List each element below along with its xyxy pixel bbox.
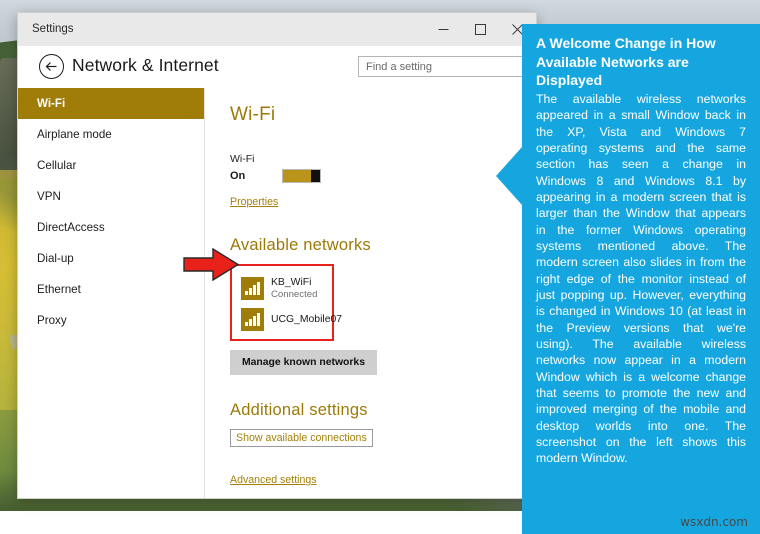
network-ssid: UCG_Mobile07 [271, 313, 343, 325]
window-controls [425, 13, 536, 46]
minimize-button[interactable] [425, 13, 462, 46]
properties-link[interactable]: Properties [230, 196, 278, 208]
wifi-toggle-row: On [230, 169, 536, 183]
content-heading: Wi-Fi [230, 104, 276, 125]
network-status: Connected [271, 289, 318, 300]
sidebar-item-label: Proxy [37, 314, 67, 327]
sidebar-item-ethernet[interactable]: Ethernet [18, 274, 204, 305]
settings-sidebar: Wi-Fi Airplane mode Cellular VPN DirectA… [18, 88, 205, 498]
sidebar-item-label: Ethernet [37, 283, 81, 296]
sidebar-item-dial-up[interactable]: Dial-up [18, 243, 204, 274]
advanced-settings-link[interactable]: Advanced settings [230, 474, 317, 486]
maximize-button[interactable] [462, 13, 499, 46]
callout-pointer [496, 147, 522, 205]
search-input[interactable] [359, 57, 535, 77]
wifi-signal-icon [241, 307, 264, 331]
red-arrow-annotation [183, 248, 239, 281]
additional-settings-heading: Additional settings [230, 400, 368, 419]
settings-body: Wi-Fi Airplane mode Cellular VPN DirectA… [18, 88, 536, 498]
show-available-connections-link[interactable]: Show available connections [230, 428, 373, 447]
sidebar-item-label: DirectAccess [37, 221, 105, 234]
network-ssid: KB_WiFi [271, 277, 312, 288]
wifi-toggle-switch[interactable] [282, 169, 321, 183]
sidebar-item-label: Dial-up [37, 252, 74, 265]
wifi-toggle-thumb [311, 170, 320, 182]
network-text: KB_WiFi Connected [271, 276, 317, 301]
sidebar-item-label: VPN [37, 190, 61, 203]
window-titlebar: Settings [18, 13, 536, 46]
available-networks-list: KB_WiFi Connected UCG_Mobile07 [230, 264, 342, 341]
available-networks-heading: Available networks [230, 236, 371, 254]
sidebar-item-directaccess[interactable]: DirectAccess [18, 212, 204, 243]
sidebar-item-cellular[interactable]: Cellular [18, 150, 204, 181]
watermark: wsxdn.com [680, 515, 748, 529]
back-arrow-icon[interactable] [39, 54, 64, 79]
sidebar-item-label: Wi-Fi [37, 97, 66, 110]
page-title: Network & Internet [72, 55, 219, 75]
sidebar-item-wifi[interactable]: Wi-Fi [18, 88, 204, 119]
callout-title: A Welcome Change in How Available Networ… [536, 35, 716, 89]
manage-known-networks-button[interactable]: Manage known networks [230, 349, 377, 375]
wifi-toggle-state: On [230, 170, 246, 182]
sidebar-item-airplane-mode[interactable]: Airplane mode [18, 119, 204, 150]
callout-panel: A Welcome Change in How Available Networ… [496, 24, 760, 534]
sidebar-item-label: Airplane mode [37, 128, 112, 141]
window-title: Settings [32, 23, 74, 35]
settings-header: Network & Internet [18, 46, 536, 88]
sidebar-item-proxy[interactable]: Proxy [18, 305, 204, 336]
wifi-signal-icon [241, 276, 264, 300]
settings-window: Settings Network & Internet Find a setti… [18, 13, 536, 498]
network-text: UCG_Mobile07 [271, 313, 342, 326]
list-item[interactable]: UCG_Mobile07 [241, 307, 342, 331]
sidebar-item-vpn[interactable]: VPN [18, 181, 204, 212]
wifi-toggle-label: Wi-Fi [230, 153, 255, 165]
callout-body: The available wireless networks appeared… [536, 91, 746, 466]
settings-content: Wi-Fi Wi-Fi On Properties Available netw… [205, 88, 536, 498]
search-box[interactable] [358, 56, 536, 77]
sidebar-item-label: Cellular [37, 159, 77, 172]
list-item[interactable]: KB_WiFi Connected [241, 276, 326, 301]
